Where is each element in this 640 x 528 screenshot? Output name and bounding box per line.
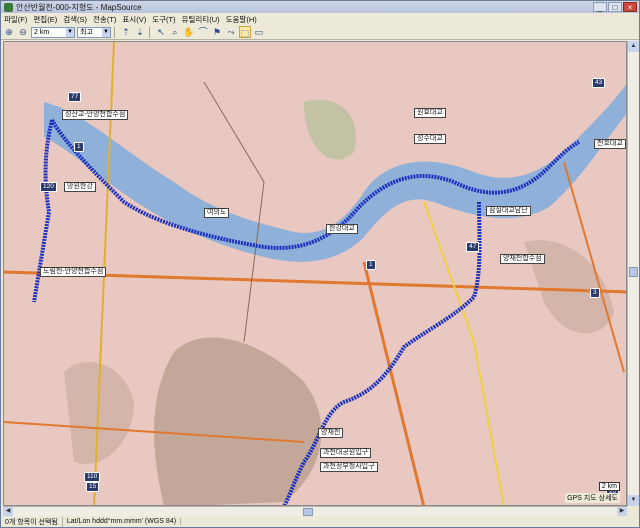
zoom-out-icon[interactable]: ⊖ <box>17 26 29 38</box>
map-label-waypoint[interactable]: 과천정부청사입구 <box>320 462 378 472</box>
route-shield: 47 <box>466 242 480 252</box>
route-shield: 1 <box>74 142 84 152</box>
park-area <box>304 99 356 160</box>
scroll-left-icon[interactable]: ◀ <box>3 507 13 516</box>
detail-level-value: 최고 <box>80 28 93 36</box>
map-label-waypoint[interactable]: 도림천-안양천합수점 <box>40 267 107 277</box>
send-icon[interactable]: ⇡ <box>120 26 132 38</box>
menu-search[interactable]: 검색(S) <box>60 14 90 25</box>
menu-utilities[interactable]: 유틸리티(U) <box>179 14 223 25</box>
map-label-waypoint[interactable]: 양재천합수점 <box>500 254 545 264</box>
route-shield: 43 <box>592 78 606 88</box>
map-view[interactable]: 성산교-안양천합수점 원효대교 성수대교 망원한강 여의도 한강대교 잠실대교남… <box>3 41 627 506</box>
map-label-waypoint[interactable]: 과천대공원입구 <box>320 448 372 458</box>
route-shield: 77 <box>68 92 82 102</box>
toolbar-separator <box>149 26 150 38</box>
route-shield: 15 <box>86 482 100 492</box>
scroll-up-icon[interactable]: ▲ <box>628 41 639 52</box>
menu-transfer[interactable]: 전송(T) <box>90 14 119 25</box>
route-shield: 1 <box>366 260 376 270</box>
chevron-down-icon: ▼ <box>102 27 110 37</box>
map-detail-note: GPS 지도 상세도 <box>565 493 620 503</box>
map-label-waypoint[interactable]: 성산교-안양천합수점 <box>62 110 129 120</box>
close-button[interactable]: × <box>623 2 637 12</box>
mapsource-window: 안산반월천-000-지형도 - MapSource _ □ × 파일(F) 편집… <box>0 0 640 528</box>
toolbar-separator <box>114 26 115 38</box>
selection-status: 0개 항목이 선택됨 <box>1 516 63 527</box>
map-label-waypoint[interactable]: 잠실대교남단 <box>486 206 531 216</box>
map-label-waypoint[interactable]: 망원한강 <box>64 182 96 192</box>
menu-help[interactable]: 도움말(H) <box>223 14 260 25</box>
select-icon[interactable]: ⬚ <box>239 26 251 38</box>
window-controls: _ □ × <box>593 2 637 12</box>
route-shield: 110 <box>84 472 101 482</box>
toolbar: ⊕ ⊖ 2 km ▼ 최고 ▼ ⇡ ⇣ ↖ ⌕ ✋ ⌒ ⚑ ⤳ ⬚ ▭ <box>1 25 639 40</box>
route-shield: 120 <box>40 182 57 192</box>
coordinate-format: Lat/Lon hddd°mm.mmm' (WGS 84) <box>63 518 182 525</box>
minimize-button[interactable]: _ <box>593 2 607 12</box>
map-label-waypoint[interactable]: 한강대교 <box>326 224 358 234</box>
app-icon <box>4 2 13 12</box>
map-label-waypoint[interactable]: 천호대교 <box>594 139 626 149</box>
menu-file[interactable]: 파일(F) <box>1 14 30 25</box>
map-label-waypoint[interactable]: 성수대교 <box>414 134 446 144</box>
waypoint-icon[interactable]: ⚑ <box>211 26 223 38</box>
scroll-down-icon[interactable]: ▼ <box>628 495 639 506</box>
route-icon[interactable]: ⤳ <box>225 26 237 38</box>
status-bar: 0개 항목이 선택됨 Lat/Lon hddd°mm.mmm' (WGS 84) <box>1 516 639 527</box>
chevron-down-icon: ▼ <box>66 27 74 37</box>
scroll-thumb[interactable] <box>303 508 313 516</box>
menu-bar: 파일(F) 편집(E) 검색(S) 전송(T) 표시(V) 도구(T) 유틸리티… <box>1 13 639 25</box>
ruler-icon[interactable]: ▭ <box>253 26 265 38</box>
scroll-right-icon[interactable]: ▶ <box>617 507 627 516</box>
detail-level-select[interactable]: 최고 ▼ <box>77 26 111 38</box>
map-label-waypoint[interactable]: 여의도 <box>204 208 230 218</box>
window-title: 안산반월천-000-지형도 - MapSource <box>16 2 142 12</box>
receive-icon[interactable]: ⇣ <box>134 26 146 38</box>
menu-view[interactable]: 표시(V) <box>119 14 149 25</box>
title-bar[interactable]: 안산반월천-000-지형도 - MapSource _ □ × <box>1 1 639 13</box>
maximize-button[interactable]: □ <box>608 2 622 12</box>
map-label-waypoint[interactable]: 양재천 <box>318 428 344 438</box>
menu-edit[interactable]: 편집(E) <box>30 14 60 25</box>
map-scale: 2 km <box>598 482 620 491</box>
zoom-tool-icon[interactable]: ⌕ <box>169 26 181 38</box>
scroll-thumb[interactable] <box>629 267 638 277</box>
horizontal-scrollbar[interactable]: ◀ ▶ <box>3 506 627 516</box>
vertical-scrollbar[interactable]: ▲ ▼ <box>627 41 639 506</box>
hand-icon[interactable]: ✋ <box>183 26 195 38</box>
road <box>423 201 505 505</box>
route-shield: 3 <box>590 288 600 298</box>
menu-tools[interactable]: 도구(T) <box>149 14 178 25</box>
map-label-waypoint[interactable]: 원효대교 <box>414 108 446 118</box>
zoom-scale-value: 2 km <box>34 28 50 36</box>
pointer-icon[interactable]: ↖ <box>155 26 167 38</box>
zoom-in-icon[interactable]: ⊕ <box>3 26 15 38</box>
measure-icon[interactable]: ⌒ <box>197 26 209 38</box>
zoom-scale-select[interactable]: 2 km ▼ <box>31 26 75 38</box>
